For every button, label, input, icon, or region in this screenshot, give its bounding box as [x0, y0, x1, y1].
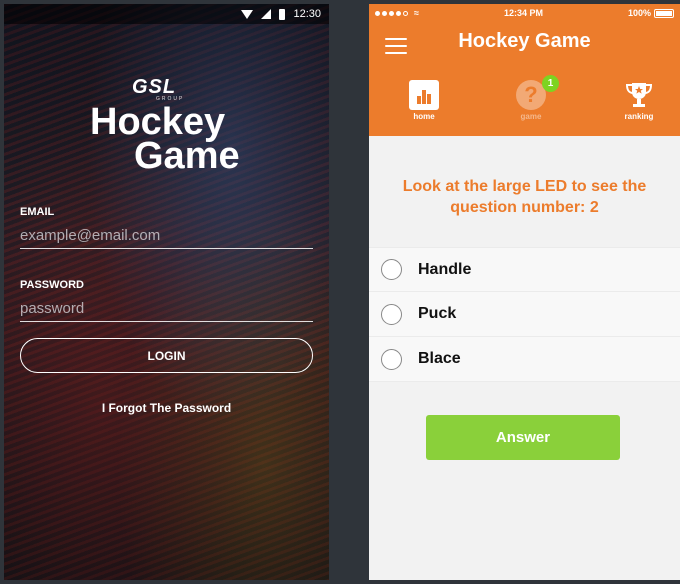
page-title: Hockey Game: [458, 30, 591, 52]
battery-percent: 100%: [627, 8, 651, 18]
option-label: Blace: [418, 350, 461, 367]
quiz-screen: ≈ 12:34 PM 100% Hockey Game home ? 1 gam…: [369, 4, 680, 580]
tab-ranking-label: ranking: [624, 112, 654, 121]
option-row[interactable]: Blace: [369, 337, 680, 382]
battery-icon: [653, 8, 674, 18]
password-label: PASSWORD: [20, 279, 84, 291]
trophy-icon: [624, 80, 654, 110]
ios-status-bar: ≈ 12:34 PM 100%: [369, 4, 680, 22]
tab-home-label: home: [413, 112, 435, 121]
option-row[interactable]: Handle: [369, 247, 680, 292]
android-status-bar: 12:30: [4, 4, 329, 24]
question-icon: ? 1: [516, 75, 559, 110]
signal-icon: [261, 9, 272, 19]
radio-button[interactable]: [381, 303, 402, 325]
radio-button[interactable]: [381, 348, 402, 370]
radio-button[interactable]: [381, 259, 402, 280]
notification-badge: 1: [542, 75, 559, 92]
option-label: Puck: [418, 305, 457, 322]
battery-icon: [279, 8, 286, 20]
tab-home[interactable]: home: [394, 80, 454, 121]
question-text: Look at the large LED to see the questio…: [402, 178, 647, 216]
bar-chart-icon: [409, 80, 439, 110]
app-header: ≈ 12:34 PM 100% Hockey Game home ? 1 gam…: [369, 4, 680, 136]
option-label: Handle: [418, 260, 472, 278]
status-time: 12:30: [293, 8, 321, 20]
password-field[interactable]: [20, 296, 313, 322]
app-title-line2: Game: [134, 135, 240, 177]
tab-game[interactable]: ? 1 game: [501, 75, 561, 121]
signal-dots-icon: ≈: [375, 8, 419, 18]
login-screen: 12:30 GSL GROUP Hockey Game EMAIL PASSWO…: [4, 4, 329, 580]
tab-game-label: game: [520, 112, 542, 121]
login-button[interactable]: LOGIN: [20, 338, 313, 373]
answer-options: Handle Puck Blace: [369, 247, 680, 382]
answer-button[interactable]: Answer: [426, 415, 620, 460]
email-field[interactable]: [20, 223, 313, 249]
wifi-icon: ≈: [414, 8, 419, 18]
tab-ranking[interactable]: ranking: [609, 80, 669, 121]
email-label: EMAIL: [20, 206, 55, 218]
option-row[interactable]: Puck: [369, 292, 680, 337]
wifi-icon: [241, 9, 254, 19]
status-time: 12:34 PM: [503, 8, 543, 18]
forgot-password-link[interactable]: I Forgot The Password: [4, 401, 329, 415]
